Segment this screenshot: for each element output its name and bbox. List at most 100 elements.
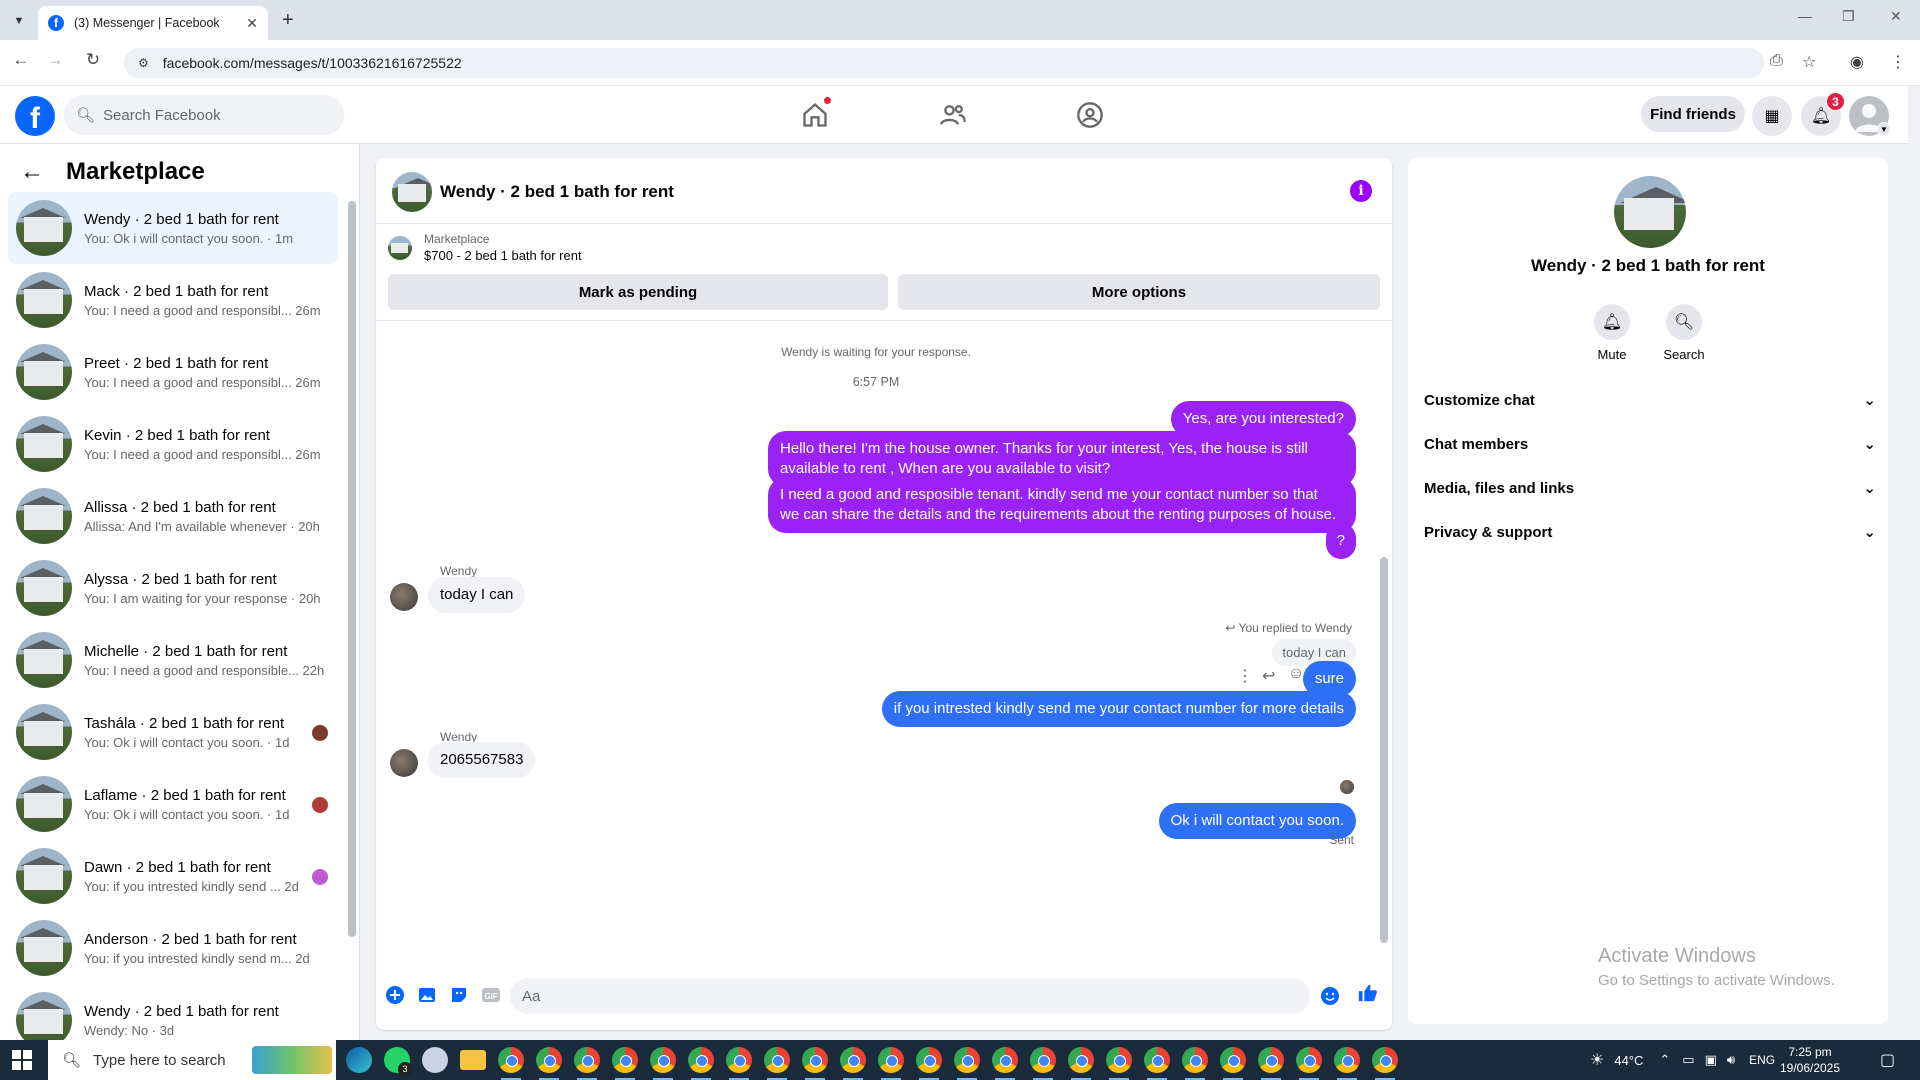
chrome-app-icon[interactable] xyxy=(910,1040,948,1080)
conversation-item[interactable]: Laflame · 2 bed 1 bath for rent You: Ok i… xyxy=(8,768,338,840)
chrome-app-icon[interactable] xyxy=(1290,1040,1328,1080)
chrome-app-icon[interactable] xyxy=(758,1040,796,1080)
chrome-app-icon[interactable] xyxy=(568,1040,606,1080)
notification-center-icon[interactable]: ▢ xyxy=(1880,1040,1895,1080)
edge-app-icon[interactable] xyxy=(340,1040,378,1080)
groups-icon[interactable] xyxy=(1073,98,1107,132)
conversation-item[interactable]: Anderson · 2 bed 1 bath for rent You: if … xyxy=(8,912,338,984)
browser-menu-icon[interactable]: ⋮ xyxy=(1890,52,1906,72)
mark-as-pending-button[interactable]: Mark as pending xyxy=(388,274,888,310)
file-explorer-icon[interactable] xyxy=(454,1040,492,1080)
account-chevron-down-icon[interactable]: ▼ xyxy=(1877,122,1891,136)
info-icon[interactable]: i xyxy=(1350,180,1372,202)
media-files-links-row[interactable]: Media, files and links ⌄ xyxy=(1424,468,1876,508)
marketplace-listing[interactable]: Marketplace $700 - 2 bed 1 bath for rent xyxy=(388,232,582,263)
taskbar-search-box[interactable]: 🔍︎ Type here to search xyxy=(48,1040,336,1080)
conversation-item[interactable]: Wendy · 2 bed 1 bath for rent You: Ok i w… xyxy=(8,192,338,264)
chrome-app-icon[interactable] xyxy=(720,1040,758,1080)
chrome-app-icon[interactable] xyxy=(1024,1040,1062,1080)
chat-members-row[interactable]: Chat members ⌄ xyxy=(1424,424,1876,464)
privacy-support-row[interactable]: Privacy & support ⌄ xyxy=(1424,512,1876,552)
chrome-app-icon[interactable] xyxy=(530,1040,568,1080)
conversation-item[interactable]: Michelle · 2 bed 1 bath for rent You: I n… xyxy=(8,624,338,696)
chrome-app-icon[interactable] xyxy=(492,1040,530,1080)
conversation-item[interactable]: Kevin · 2 bed 1 bath for rent You: I need… xyxy=(8,408,338,480)
chat-scrollbar[interactable] xyxy=(1379,325,1389,957)
facebook-logo-icon[interactable]: f xyxy=(15,96,55,136)
url-bar[interactable]: ⚙ facebook.com/messages/t/10033621616725… xyxy=(124,48,1764,78)
conversation-item[interactable]: Dawn · 2 bed 1 bath for rent You: if you … xyxy=(8,840,338,912)
plus-icon[interactable] xyxy=(384,984,406,1006)
search-in-conversation-button[interactable]: 🔍︎ Search xyxy=(1644,304,1724,362)
menu-grid-icon[interactable]: ▦ xyxy=(1752,96,1792,136)
conversation-item[interactable]: Tashála · 2 bed 1 bath for rent You: Ok i… xyxy=(8,696,338,768)
page-scrollbar[interactable] xyxy=(1908,86,1920,1040)
notifications-bell-icon[interactable]: 🔔︎ 3 xyxy=(1801,92,1845,136)
sidebar-scrollbar[interactable] xyxy=(348,189,356,941)
whatsapp-app-icon[interactable]: 3 xyxy=(378,1040,416,1080)
reload-icon[interactable]: ↻ xyxy=(80,50,106,70)
conversation-item[interactable]: Alyssa · 2 bed 1 bath for rent You: I am … xyxy=(8,552,338,624)
message-bubble-outgoing[interactable]: ? xyxy=(1325,523,1356,559)
customize-chat-row[interactable]: Customize chat ⌄ xyxy=(1424,380,1876,420)
tab-close-icon[interactable]: ✕ xyxy=(246,15,258,32)
chrome-app-icon[interactable] xyxy=(1252,1040,1290,1080)
conversation-item[interactable]: Allissa · 2 bed 1 bath for rent Allissa: … xyxy=(8,480,338,552)
chrome-app-icon[interactable] xyxy=(1176,1040,1214,1080)
network-icon[interactable]: ▣ xyxy=(1705,1052,1717,1068)
chrome-app-icon[interactable] xyxy=(682,1040,720,1080)
reply-icon[interactable]: ↩ xyxy=(1262,666,1275,686)
facebook-search-box[interactable]: 🔍︎ xyxy=(64,95,344,135)
windows-start-icon[interactable] xyxy=(12,1050,32,1070)
conversation-avatar[interactable] xyxy=(1614,176,1686,248)
thumbs-up-icon[interactable] xyxy=(1357,982,1379,1004)
conversation-item[interactable]: Preet · 2 bed 1 bath for rent You: I need… xyxy=(8,336,338,408)
temperature[interactable]: 44°C xyxy=(1614,1053,1643,1068)
taskbar-clock[interactable]: 7:25 pm 19/06/2025 xyxy=(1770,1044,1850,1076)
friends-icon[interactable] xyxy=(936,98,970,132)
install-app-icon[interactable]: ⎙ xyxy=(1770,52,1783,70)
message-bubble-outgoing[interactable]: if you intrested kindly send me your con… xyxy=(881,691,1356,727)
gif-icon[interactable]: GIF xyxy=(480,984,502,1006)
app-icon[interactable] xyxy=(416,1040,454,1080)
chat-title[interactable]: Wendy · 2 bed 1 bath for rent xyxy=(440,182,674,202)
more-options-button[interactable]: More options xyxy=(898,274,1380,310)
chrome-app-icon[interactable] xyxy=(948,1040,986,1080)
volume-icon[interactable]: 🔊︎ xyxy=(1727,1052,1735,1068)
chrome-app-icon[interactable] xyxy=(1328,1040,1366,1080)
message-input[interactable] xyxy=(510,978,1310,1014)
home-icon[interactable] xyxy=(798,96,832,132)
chrome-app-icon[interactable] xyxy=(606,1040,644,1080)
chrome-app-icon[interactable] xyxy=(644,1040,682,1080)
back-arrow-icon[interactable]: ← xyxy=(20,158,44,186)
profile-icon[interactable]: ◉ xyxy=(1850,52,1864,72)
message-bubble-outgoing[interactable]: Ok i will contact you soon. xyxy=(1158,803,1356,839)
tab-list-chevron-icon[interactable]: ▼ xyxy=(8,10,30,32)
emoji-icon[interactable] xyxy=(1319,985,1341,1007)
message-bubble-incoming[interactable]: 2065567583 xyxy=(428,742,536,778)
weather-icon[interactable]: ☀ xyxy=(1590,1050,1604,1070)
chrome-app-icon[interactable] xyxy=(1138,1040,1176,1080)
chrome-app-icon[interactable] xyxy=(872,1040,910,1080)
conversation-item[interactable]: Mack · 2 bed 1 bath for rent You: I need … xyxy=(8,264,338,336)
battery-icon[interactable]: ▭ xyxy=(1682,1052,1694,1068)
mute-button[interactable]: 🔔︎ Mute xyxy=(1572,304,1652,362)
new-tab-button[interactable]: + xyxy=(282,9,294,32)
facebook-search-input[interactable] xyxy=(103,106,324,124)
minimize-icon[interactable]: — xyxy=(1798,8,1812,24)
back-arrow-icon[interactable]: ← xyxy=(8,50,34,70)
browser-tab[interactable]: f (3) Messenger | Facebook ✕ xyxy=(38,6,268,40)
chrome-app-icon[interactable] xyxy=(1366,1040,1404,1080)
tray-chevron-up-icon[interactable]: ⌃ xyxy=(1659,1052,1670,1068)
wendy-avatar[interactable] xyxy=(390,583,418,611)
chrome-app-icon[interactable] xyxy=(834,1040,872,1080)
find-friends-button[interactable]: Find friends xyxy=(1641,96,1745,132)
chrome-app-icon[interactable] xyxy=(1100,1040,1138,1080)
message-bubble-outgoing[interactable]: I need a good and resposible tenant. kin… xyxy=(768,477,1356,533)
chrome-app-icon[interactable] xyxy=(796,1040,834,1080)
chat-avatar[interactable] xyxy=(392,172,432,212)
bookmark-star-icon[interactable]: ☆ xyxy=(1802,52,1816,72)
photo-icon[interactable] xyxy=(416,984,438,1006)
site-info-icon[interactable]: ⚙ xyxy=(138,56,149,70)
chrome-app-icon[interactable] xyxy=(1062,1040,1100,1080)
